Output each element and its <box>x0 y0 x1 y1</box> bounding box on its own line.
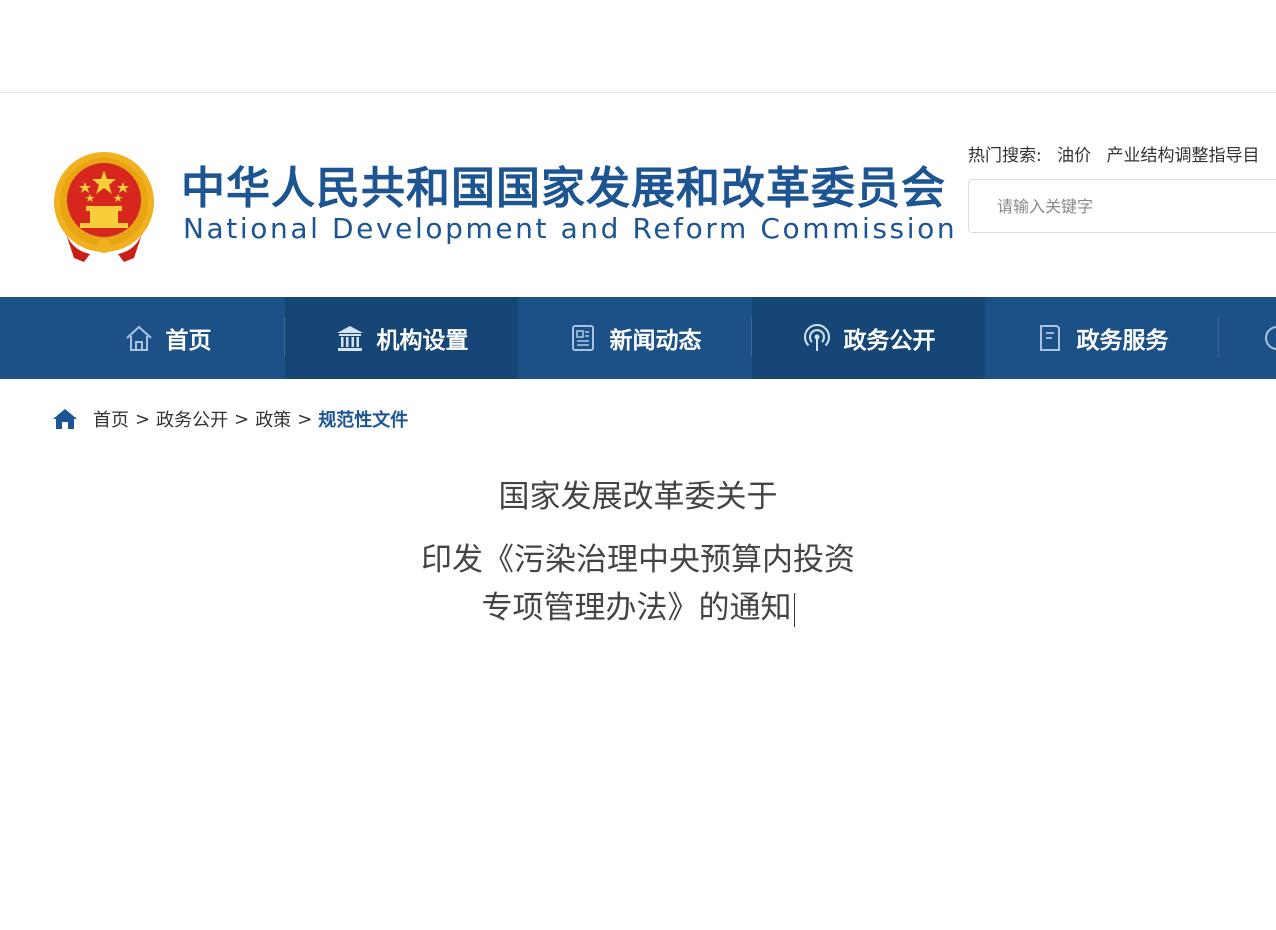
breadcrumb-link-policy[interactable]: 政策 <box>255 406 291 432</box>
article-title-line2b: 专项管理办法》的通知 <box>481 590 792 626</box>
breadcrumb-current[interactable]: 规范性文件 <box>318 406 408 432</box>
article-title-line1: 国家发展改革委关于 <box>498 479 778 515</box>
nav-item-label: 政务公开 <box>843 328 936 354</box>
nav-item-label: 机构设置 <box>376 328 469 354</box>
breadcrumb: 首页 > 政务公开 > 政策 > 规范性文件 <box>52 406 408 432</box>
site-header: 中华人民共和国国家发展和改革委员会 National Development a… <box>0 93 1276 297</box>
nav-item-news[interactable]: 新闻动态 <box>518 297 751 379</box>
breadcrumb-separator: > <box>297 408 313 430</box>
home-outline-icon <box>125 325 152 351</box>
home-icon[interactable] <box>52 407 78 431</box>
article-title-line2a: 印发《污染治理中央预算内投资 <box>421 542 855 578</box>
hot-search-label: 热门搜索: <box>968 146 1042 166</box>
nav-divider <box>1218 317 1219 357</box>
service-book-icon <box>1039 325 1060 351</box>
hot-search-item-industry-catalog[interactable]: 产业结构调整指导目 <box>1107 146 1260 166</box>
news-document-icon <box>571 325 594 351</box>
page: 中华人民共和国国家发展和改革委员会 National Development a… <box>0 0 1276 930</box>
nav-item-home[interactable]: 首页 <box>51 297 284 379</box>
article-title-line2b-wrap: 专项管理办法》的通知 <box>0 584 1276 632</box>
nav-item-label: 首页 <box>165 328 212 354</box>
nav-item-label: 政务服务 <box>1076 328 1169 354</box>
search-box <box>968 179 1276 233</box>
top-bar <box>0 0 1276 93</box>
nav-item-government-affairs[interactable]: 政务公开 <box>752 297 985 379</box>
breadcrumb-link-government-affairs[interactable]: 政务公开 <box>156 406 228 432</box>
breadcrumb-link-home[interactable]: 首页 <box>93 406 129 432</box>
institution-building-icon <box>336 326 363 351</box>
broadcast-signal-icon <box>803 324 830 351</box>
hot-search-bar: 热门搜索: 油价 产业结构调整指导目 <box>968 145 1260 167</box>
site-title-chinese: 中华人民共和国国家发展和改革委员会 <box>181 163 946 214</box>
breadcrumb-separator: > <box>234 408 250 430</box>
text-cursor <box>793 592 795 627</box>
breadcrumb-separator: > <box>135 408 151 430</box>
nav-item-services[interactable]: 政务服务 <box>985 297 1218 379</box>
main-nav: 首页 机构设置 新闻动态 政务公开 政务服务 <box>0 297 1276 379</box>
national-emblem-icon[interactable] <box>50 150 158 262</box>
more-menu-icon[interactable] <box>1262 323 1276 353</box>
nav-item-label: 新闻动态 <box>609 328 702 354</box>
article-title: 国家发展改革委关于 印发《污染治理中央预算内投资 专项管理办法》的通知 <box>0 474 1276 632</box>
site-title-english: National Development and Reform Commissi… <box>183 212 958 245</box>
nav-item-institutions[interactable]: 机构设置 <box>285 297 518 379</box>
hot-search-item-oil-price[interactable]: 油价 <box>1057 146 1091 166</box>
search-input[interactable] <box>995 180 1276 232</box>
